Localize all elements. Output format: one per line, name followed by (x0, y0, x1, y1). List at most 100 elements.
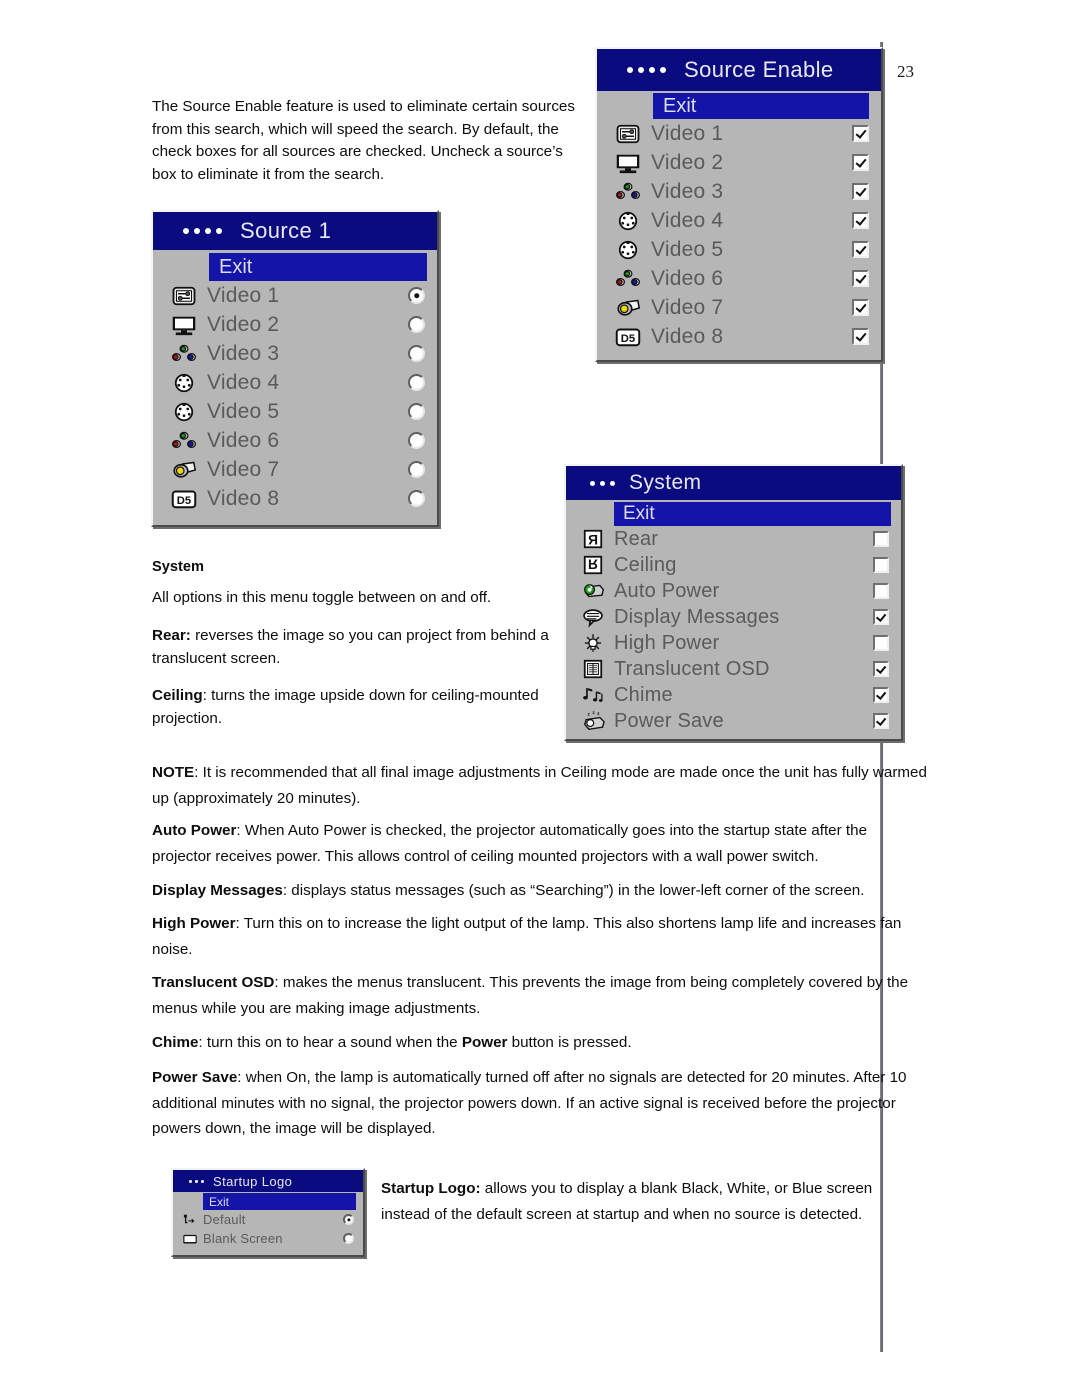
osd-row-video-7[interactable]: Video 7 (153, 455, 437, 484)
osd-row-video-3[interactable]: Video 3 (597, 177, 881, 206)
osd-row-video-8[interactable]: D5 Video 8 (153, 484, 437, 513)
checkbox-video-7[interactable] (852, 299, 869, 316)
mirrored-r-icon: R (572, 527, 614, 551)
auto-power-projector-icon (572, 579, 614, 603)
osd-row-video-1[interactable]: Video 1 (153, 281, 437, 310)
osd-row-video-1[interactable]: Video 1 (597, 119, 881, 148)
osd-row-label: Video 2 (651, 150, 724, 174)
rgb-component-jacks-icon (161, 341, 207, 367)
checkbox-auto-power[interactable] (873, 583, 889, 599)
checkbox-display-messages[interactable] (873, 609, 889, 625)
checkbox-rear[interactable] (873, 531, 889, 547)
osd-row-label: Video 7 (651, 295, 724, 319)
checkbox-ceiling[interactable] (873, 557, 889, 573)
osd-title-text: Source Enable (684, 57, 834, 82)
osd-row-display-messages[interactable]: Display Messages (566, 604, 901, 630)
checkbox-chime[interactable] (873, 687, 889, 703)
osd-row-video-5[interactable]: Video 5 (153, 397, 437, 426)
osd-row-video-7[interactable]: Video 7 (597, 293, 881, 322)
radio-video-3[interactable] (408, 345, 425, 362)
flipped-r-icon: R (572, 553, 614, 577)
osd-row-video-2[interactable]: Video 2 (153, 310, 437, 339)
osd-row-video-5[interactable]: Video 5 (597, 235, 881, 264)
osd-rows-system: R Rear R Ceiling Auto Power Display Messages H… (566, 526, 901, 734)
radio-video-7[interactable] (408, 461, 425, 478)
osd-row-label: Video 1 (207, 283, 280, 307)
osd-row-label: Power Save (614, 709, 724, 732)
translucent-osd-term: Translucent OSD (152, 974, 275, 991)
osd-row-high-power[interactable]: High Power (566, 630, 901, 656)
osd-row-power-save[interactable]: z z z Power Save (566, 708, 901, 734)
radio-video-2[interactable] (408, 316, 425, 333)
checkbox-video-6[interactable] (852, 270, 869, 287)
osd-row-rear[interactable]: R Rear (566, 526, 901, 552)
osd-row-label: Video 7 (207, 457, 280, 481)
power-save-paragraph: Power Save: when On, the lamp is automat… (152, 1065, 927, 1142)
osd-row-video-2[interactable]: Video 2 (597, 148, 881, 177)
svg-text:D5: D5 (621, 332, 635, 344)
svg-text:R: R (588, 557, 598, 572)
system-intro-text: All options in this menu toggle between … (152, 589, 492, 606)
svg-text:D5: D5 (177, 494, 191, 506)
radio-default[interactable] (343, 1214, 354, 1225)
osd-row-video-6[interactable]: Video 6 (597, 264, 881, 293)
display-messages-term: Display Messages (152, 882, 283, 899)
radio-video-4[interactable] (408, 374, 425, 391)
translucent-menu-icon (572, 657, 614, 681)
display-messages-paragraph: Display Messages: displays status messag… (152, 878, 927, 904)
s-video-din-icon (161, 399, 207, 425)
radio-video-8[interactable] (408, 490, 425, 507)
radio-video-5[interactable] (408, 403, 425, 420)
osd-row-label: Blank Screen (203, 1231, 283, 1246)
osd-row-chime[interactable]: Chime (566, 682, 901, 708)
osd-row-video-8[interactable]: D5 Video 8 (597, 322, 881, 351)
osd-row-video-6[interactable]: Video 6 (153, 426, 437, 455)
osd-row-label: Display Messages (614, 605, 780, 628)
checkbox-translucent-osd[interactable] (873, 661, 889, 677)
checkbox-high-power[interactable] (873, 635, 889, 651)
monitor-icon (605, 150, 651, 176)
rear-description: Rear: reverses the image so you can proj… (152, 625, 582, 670)
osd-row-label: Video 2 (207, 312, 280, 336)
osd-row-label: Video 5 (651, 237, 724, 261)
radio-blank-screen[interactable] (343, 1233, 354, 1244)
osd-row-auto-power[interactable]: Auto Power (566, 578, 901, 604)
osd-row-label: Chime (614, 683, 673, 706)
osd-exit-item[interactable]: Exit (653, 93, 869, 119)
s-video-din-icon (605, 208, 651, 234)
osd-row-video-4[interactable]: Video 4 (153, 368, 437, 397)
osd-title-bar-source-enable: Source Enable (597, 49, 881, 91)
osd-row-video-4[interactable]: Video 4 (597, 206, 881, 235)
checkbox-video-8[interactable] (852, 328, 869, 345)
osd-row-blank-screen[interactable]: Blank Screen (173, 1229, 363, 1248)
page-number: 23 (897, 62, 914, 81)
checkbox-video-3[interactable] (852, 183, 869, 200)
osd-exit-item[interactable]: Exit (203, 1193, 356, 1210)
checkbox-video-5[interactable] (852, 241, 869, 258)
checkbox-video-1[interactable] (852, 125, 869, 142)
checkbox-video-4[interactable] (852, 212, 869, 229)
osd-row-label: Video 1 (651, 121, 724, 145)
osd-menu-source-1: Source 1 Exit Video 1 Video 2 Video 3 Video… (151, 210, 439, 527)
osd-row-ceiling[interactable]: R Ceiling (566, 552, 901, 578)
sleeping-projector-icon: zzz (572, 709, 614, 733)
osd-row-translucent-osd[interactable]: Translucent OSD (566, 656, 901, 682)
svg-text:R: R (588, 533, 598, 548)
power-save-term: Power Save (152, 1069, 238, 1086)
osd-row-video-3[interactable]: Video 3 (153, 339, 437, 368)
radio-video-6[interactable] (408, 432, 425, 449)
chime-power-bold: Power (461, 1034, 508, 1051)
display-messages-text: : displays status messages (such as “Sea… (282, 882, 865, 899)
radio-video-1[interactable] (408, 287, 425, 304)
osd-exit-item[interactable]: Exit (614, 502, 891, 526)
checkbox-video-2[interactable] (852, 154, 869, 171)
ceiling-text: : turns the image upside down for ceilin… (152, 687, 539, 727)
note-term: NOTE (152, 764, 195, 781)
osd-exit-item[interactable]: Exit (209, 253, 427, 281)
osd-row-label: Video 4 (207, 370, 280, 394)
checkbox-power-save[interactable] (873, 713, 889, 729)
osd-title-text: System (629, 471, 702, 494)
osd-row-default[interactable]: Default (173, 1210, 363, 1229)
svg-text:z: z (592, 711, 595, 716)
composite-rca-jack-icon (605, 295, 651, 321)
